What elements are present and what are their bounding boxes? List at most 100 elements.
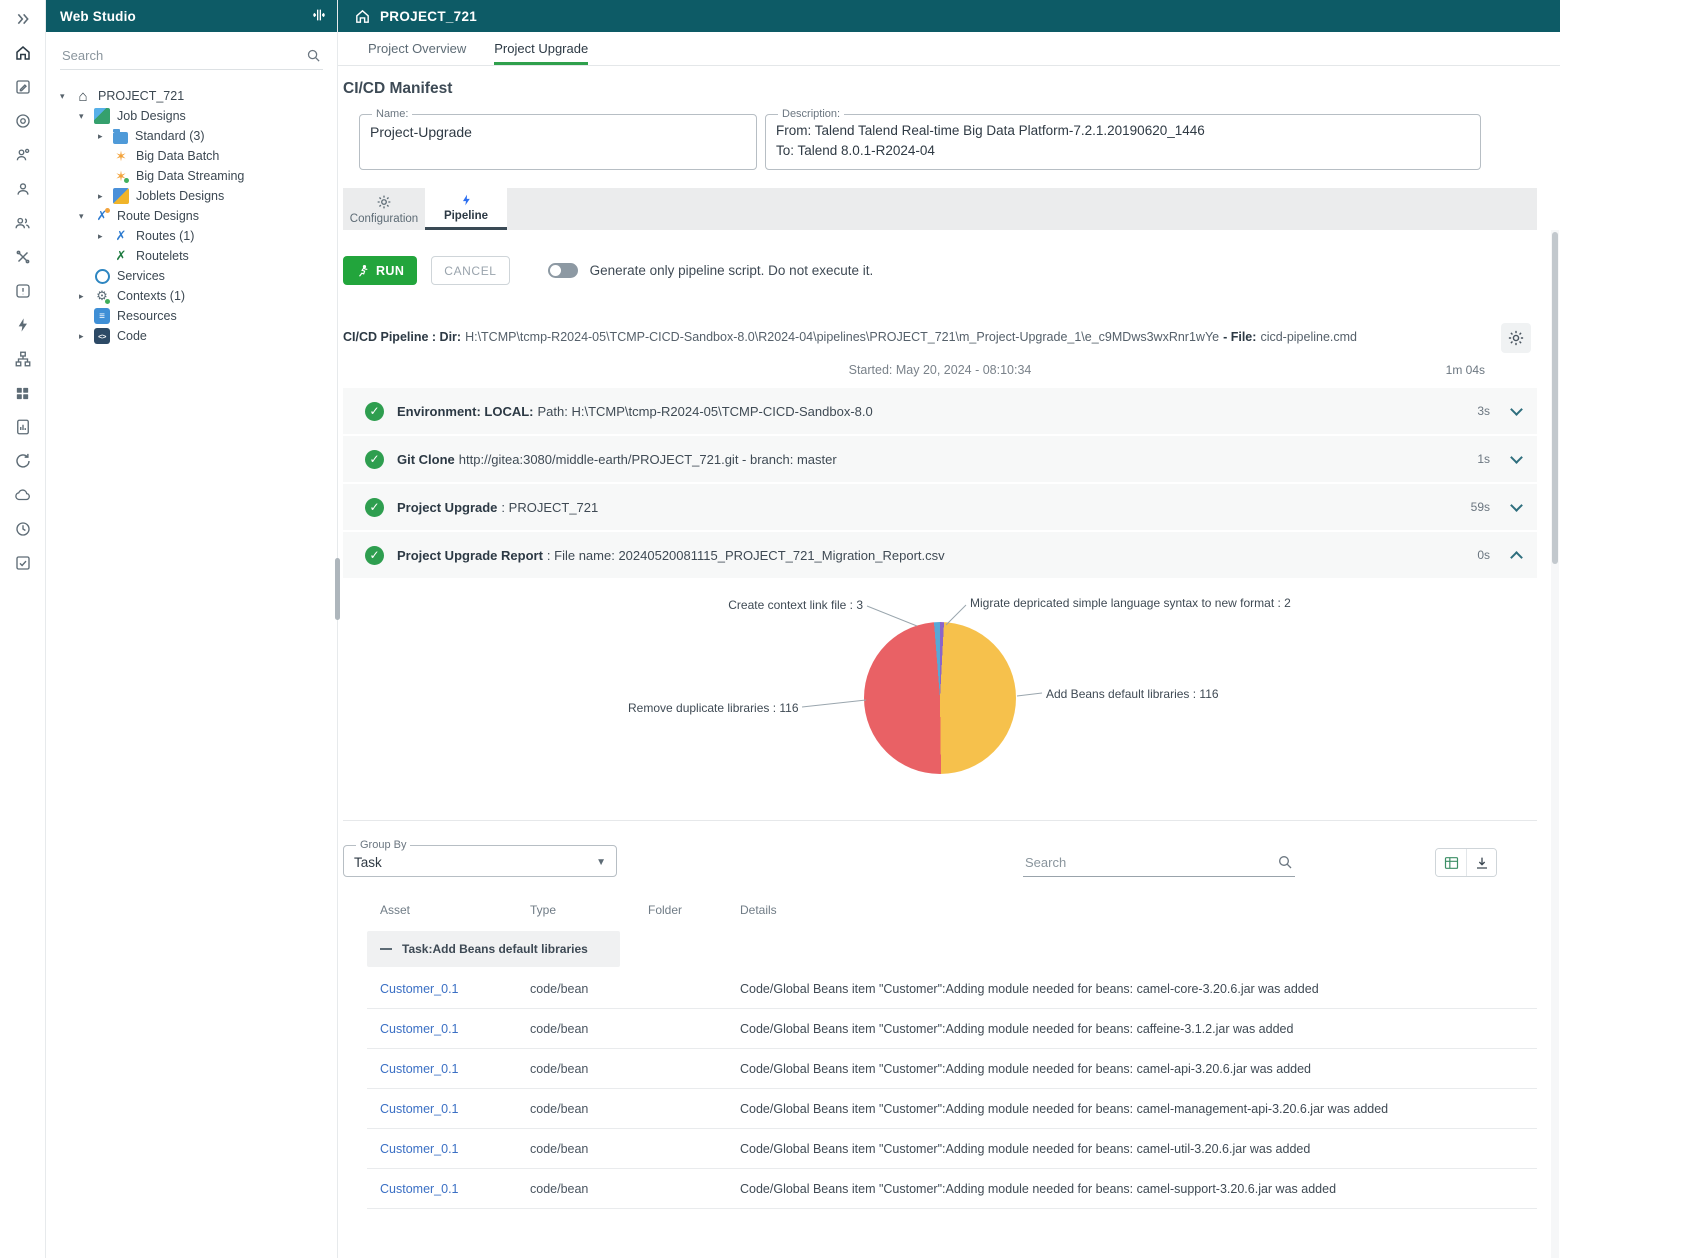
sidebar-search-input[interactable] bbox=[60, 42, 323, 69]
expand-arrow-icon[interactable] bbox=[79, 211, 94, 222]
download-button[interactable] bbox=[1466, 849, 1496, 876]
rail-user-button[interactable] bbox=[10, 178, 36, 200]
step-label-text: Path: H:\TCMP\tcmp-R2024-05\TCMP-CICD-Sa… bbox=[538, 404, 873, 419]
step-label-text: : PROJECT_721 bbox=[501, 500, 598, 515]
name-field[interactable]: Name: Project-Upgrade bbox=[359, 108, 757, 170]
tree-item-routes[interactable]: Routes (1) bbox=[46, 226, 337, 246]
group-by-value: Task bbox=[354, 855, 382, 870]
tree-item-label: PROJECT_721 bbox=[98, 89, 184, 103]
pie-chart[interactable] bbox=[864, 622, 1016, 774]
main-tabs: Project Overview Project Upgrade bbox=[338, 32, 1560, 66]
scrollbar-thumb[interactable] bbox=[1552, 232, 1558, 564]
subtab-pipeline[interactable]: Pipeline bbox=[425, 188, 507, 230]
rail-history-button[interactable] bbox=[10, 518, 36, 540]
rail-apps-button[interactable] bbox=[10, 382, 36, 404]
rail-tools-button[interactable] bbox=[10, 246, 36, 268]
description-field-label: Description: bbox=[778, 108, 844, 120]
table-group-row[interactable]: Task:Add Beans default libraries bbox=[367, 931, 620, 967]
tree-item-routelets[interactable]: Routelets bbox=[46, 246, 337, 266]
step-git-clone[interactable]: ✓ Git Clonehttp://gitea:3080/middle-eart… bbox=[343, 436, 1537, 482]
tab-project-overview[interactable]: Project Overview bbox=[368, 32, 466, 65]
name-field-value[interactable]: Project-Upgrade bbox=[370, 124, 746, 140]
vertical-scrollbar[interactable] bbox=[1551, 230, 1559, 1258]
step-project-upgrade[interactable]: ✓ Project Upgrade: PROJECT_721 59s bbox=[343, 484, 1537, 530]
sidebar-search bbox=[60, 42, 323, 70]
description-line-2[interactable]: To: Talend 8.0.1-R2024-04 bbox=[776, 141, 1470, 161]
script-only-toggle[interactable] bbox=[548, 263, 578, 278]
expand-arrow-icon[interactable] bbox=[79, 111, 94, 122]
chevron-down-icon[interactable] bbox=[1510, 403, 1523, 416]
rail-designer-button[interactable] bbox=[10, 76, 36, 98]
collapse-group-icon[interactable] bbox=[380, 948, 392, 950]
run-button[interactable]: RUN bbox=[343, 256, 417, 285]
asset-link[interactable]: Customer_0.1 bbox=[367, 1022, 530, 1036]
route-designs-icon bbox=[94, 208, 110, 224]
rail-expand-button[interactable] bbox=[10, 8, 36, 30]
rail-cloud-button[interactable] bbox=[10, 484, 36, 506]
pipeline-settings-button[interactable] bbox=[1501, 323, 1531, 353]
gear-icon bbox=[376, 194, 392, 210]
rail-profile-button[interactable] bbox=[10, 144, 36, 166]
tree-item-services[interactable]: Services bbox=[46, 266, 337, 286]
tree-item-job-designs[interactable]: Job Designs bbox=[46, 106, 337, 126]
expand-arrow-icon[interactable] bbox=[98, 191, 113, 202]
subtab-configuration[interactable]: Configuration bbox=[343, 188, 425, 230]
chevron-down-icon[interactable] bbox=[1510, 499, 1523, 512]
rail-reports-button[interactable] bbox=[10, 416, 36, 438]
rail-users-button[interactable] bbox=[10, 212, 36, 234]
rail-pipelines-button[interactable] bbox=[10, 314, 36, 336]
export-table-button[interactable] bbox=[1436, 849, 1466, 876]
expand-arrow-icon[interactable] bbox=[60, 91, 75, 102]
asset-type: code/bean bbox=[530, 1062, 648, 1076]
expand-arrow-icon[interactable] bbox=[98, 131, 113, 142]
expand-arrow-icon[interactable] bbox=[79, 291, 94, 302]
step-environment[interactable]: ✓ Environment: LOCAL:Path: H:\TCMP\tcmp-… bbox=[343, 388, 1537, 434]
expand-arrow-icon[interactable] bbox=[79, 331, 94, 342]
group-by-select[interactable]: Group By Task ▼ bbox=[343, 839, 617, 877]
asset-type: code/bean bbox=[530, 982, 648, 996]
asset-link[interactable]: Customer_0.1 bbox=[367, 1142, 530, 1156]
collapse-panel-button[interactable] bbox=[311, 7, 327, 26]
tree-item-standard[interactable]: Standard (3) bbox=[46, 126, 337, 146]
rail-engine-button[interactable] bbox=[10, 280, 36, 302]
tree-item-big-data-batch[interactable]: Big Data Batch bbox=[46, 146, 337, 166]
asset-link[interactable]: Customer_0.1 bbox=[367, 1182, 530, 1196]
asset-link[interactable]: Customer_0.1 bbox=[367, 1062, 530, 1076]
cancel-button[interactable]: CANCEL bbox=[431, 256, 509, 285]
asset-link[interactable]: Customer_0.1 bbox=[367, 982, 530, 996]
api-icon bbox=[14, 112, 32, 130]
tree-item-project[interactable]: PROJECT_721 bbox=[46, 86, 337, 106]
expand-arrow-icon[interactable] bbox=[98, 231, 113, 242]
rail-checklist-button[interactable] bbox=[10, 552, 36, 574]
tree-item-big-data-streaming[interactable]: Big Data Streaming bbox=[46, 166, 337, 186]
report-search-input[interactable] bbox=[1023, 849, 1295, 877]
step-label-text: http://gitea:3080/middle-earth/PROJECT_7… bbox=[459, 452, 837, 467]
tree-item-contexts[interactable]: Contexts (1) bbox=[46, 286, 337, 306]
chevron-down-icon[interactable] bbox=[1510, 451, 1523, 464]
started-timestamp: Started: May 20, 2024 - 08:10:34 bbox=[849, 363, 1032, 377]
rail-api-button[interactable] bbox=[10, 110, 36, 132]
download-icon bbox=[1474, 855, 1490, 871]
description-line-1[interactable]: From: Talend Talend Real-time Big Data P… bbox=[776, 121, 1470, 141]
panel-splitter-handle[interactable] bbox=[335, 558, 340, 620]
step-upgrade-report[interactable]: ✓ Project Upgrade Report: File name: 202… bbox=[343, 532, 1537, 578]
resources-icon bbox=[94, 308, 110, 324]
tree-item-route-designs[interactable]: Route Designs bbox=[46, 206, 337, 226]
rail-home-button[interactable] bbox=[10, 42, 36, 64]
rail-processing-button[interactable] bbox=[10, 450, 36, 472]
checklist-icon bbox=[14, 554, 32, 572]
step-label-bold: Project Upgrade Report bbox=[397, 548, 543, 563]
tree-item-label: Joblets Designs bbox=[136, 189, 224, 203]
tree-item-code[interactable]: Code bbox=[46, 326, 337, 346]
tree-item-joblets[interactable]: Joblets Designs bbox=[46, 186, 337, 206]
tree-item-resources[interactable]: Resources bbox=[46, 306, 337, 326]
processing-icon bbox=[14, 452, 32, 470]
chevron-up-icon[interactable] bbox=[1510, 551, 1523, 564]
rail-hierarchy-button[interactable] bbox=[10, 348, 36, 370]
asset-type: code/bean bbox=[530, 1022, 648, 1036]
asset-link[interactable]: Customer_0.1 bbox=[367, 1102, 530, 1116]
tree-item-label: Big Data Batch bbox=[136, 149, 219, 163]
table-row: Customer_0.1 code/bean Code/Global Beans… bbox=[367, 969, 1537, 1009]
tab-project-upgrade[interactable]: Project Upgrade bbox=[494, 32, 588, 65]
description-field[interactable]: Description: From: Talend Talend Real-ti… bbox=[765, 108, 1481, 170]
